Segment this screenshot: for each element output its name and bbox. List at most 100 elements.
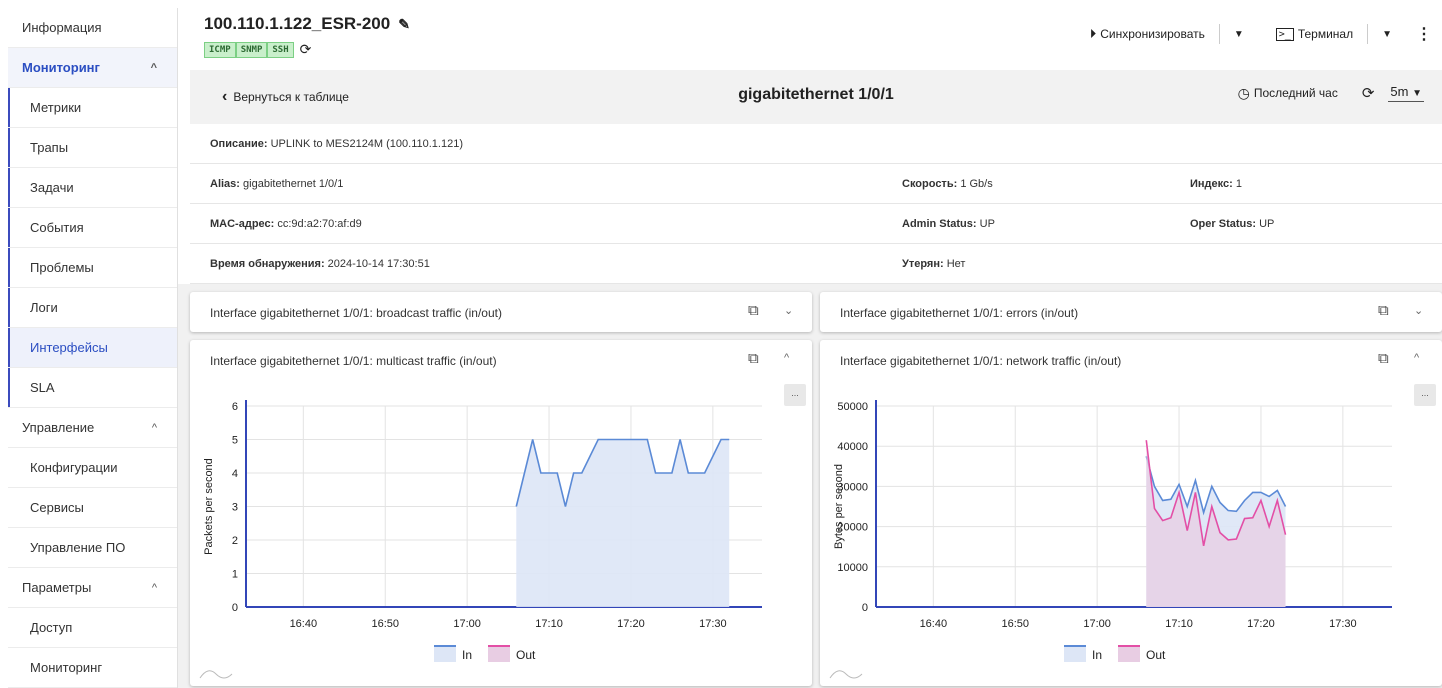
oper-status-cell: Oper Status: UP	[1190, 218, 1275, 230]
sidebar-item[interactable]: Задачи	[8, 168, 177, 208]
sidebar-item-label: Параметры	[22, 580, 92, 595]
sidebar-item-label: Управление ПО	[30, 540, 126, 555]
y-tick-label: 0	[232, 602, 238, 614]
refresh-icon[interactable]: ⟳	[1362, 84, 1375, 102]
sidebar-item-label: Метрики	[30, 100, 82, 115]
info-row: Время обнаружения: 2024-10-14 17:30:51 У…	[190, 244, 1442, 284]
sidebar-item-label: Управление	[22, 420, 95, 435]
legend-label: In	[1092, 648, 1102, 662]
info-row: Alias: gigabitethernet 1/0/1 Скорость: 1…	[190, 164, 1442, 204]
x-tick-label: 17:00	[453, 618, 481, 630]
sidebar-item[interactable]: Управление ПО	[8, 528, 177, 568]
sidebar-item[interactable]: Трапы	[8, 128, 177, 168]
chevron-left-icon: ‹	[222, 88, 228, 105]
x-tick-label: 17:20	[617, 618, 645, 630]
sync-button[interactable]: ⏵ Синхронизировать	[1090, 26, 1205, 42]
chart-type-icon	[199, 670, 233, 679]
sidebar-section[interactable]: Параметры ^	[8, 568, 177, 608]
multicast-panel: Interface gigabitethernet 1/0/1: multica…	[190, 340, 812, 686]
sidebar-item[interactable]: Мониторинг	[8, 648, 177, 688]
x-tick-label: 16:40	[920, 618, 948, 630]
device-header: 100.110.1.122_ESR-200 ✎ ICMP SNMP SSH ⟳ …	[190, 8, 1442, 62]
legend-label: Out	[1146, 648, 1166, 662]
legend-swatch-out	[488, 646, 510, 662]
more-vert-icon[interactable]: ⋮	[1416, 24, 1432, 44]
sidebar-item[interactable]: Проблемы	[8, 248, 177, 288]
lost-cell: Утерян: Нет	[902, 258, 966, 270]
sidebar: Информация Мониторинг ^ Метрики Трапы Задачи С…	[8, 8, 178, 688]
chart-type-icon	[829, 670, 863, 679]
x-tick-label: 17:10	[535, 618, 563, 630]
x-tick-label: 16:50	[1001, 618, 1029, 630]
protocol-badges: ICMP SNMP SSH ⟳	[204, 41, 311, 58]
index-cell: Индекс: 1	[1190, 178, 1242, 190]
admin-status-cell: Admin Status: UP	[902, 218, 995, 230]
divider	[1367, 24, 1369, 44]
terminal-dropdown-icon[interactable]: ▼	[1382, 29, 1392, 40]
speed-cell: Скорость: 1 Gb/s	[902, 178, 993, 190]
y-tick-label: 0	[862, 602, 868, 614]
sidebar-item[interactable]: Сервисы	[8, 488, 177, 528]
play-circle-icon: ⏵	[1089, 26, 1097, 41]
info-row: MAC-адрес: cc:9d:a2:70:af:d9 Admin Statu…	[190, 204, 1442, 244]
x-tick-label: 16:50	[371, 618, 399, 630]
back-to-table-button[interactable]: ‹ Вернуться к таблице	[222, 88, 349, 106]
sidebar-section[interactable]: Мониторинг ^	[8, 48, 177, 88]
refresh-badges-icon[interactable]: ⟳	[300, 41, 312, 58]
back-label: Вернуться к таблице	[233, 90, 349, 104]
interface-subheader: ‹ Вернуться к таблице gigabitethernet 1/…	[190, 70, 1442, 124]
terminal-icon: >_	[1275, 27, 1294, 41]
legend-swatch-in	[434, 646, 456, 662]
sidebar-section[interactable]: Управление ^	[8, 408, 177, 448]
sidebar-item-label: Доступ	[30, 620, 73, 635]
open-external-icon[interactable]: ⧉	[1378, 302, 1389, 319]
sidebar-item[interactable]: События	[8, 208, 177, 248]
refresh-interval-value: 5m	[1390, 84, 1409, 99]
sidebar-item[interactable]: SLA	[8, 368, 177, 408]
time-range-button[interactable]: ◷ Последний час	[1238, 85, 1338, 102]
badge-ssh: SSH	[267, 41, 294, 58]
y-tick-label: 10000	[837, 562, 868, 574]
alias-cell: Alias: gigabitethernet 1/0/1	[210, 178, 344, 190]
errors-panel: Interface gigabitethernet 1/0/1: errors …	[820, 292, 1442, 332]
sidebar-item-label: Проблемы	[30, 260, 94, 275]
chevron-down-icon: ▼	[1412, 88, 1422, 99]
terminal-button[interactable]: >_ Терминал	[1275, 27, 1353, 41]
open-external-icon[interactable]: ⧉	[748, 302, 759, 319]
header-actions: ⏵ Синхронизировать ▼ >_ Терминал ▼ ⋮	[1090, 24, 1432, 44]
sidebar-item-label: Мониторинг	[30, 660, 103, 675]
series-area-out	[1146, 440, 1286, 607]
discovery-time-cell: Время обнаружения: 2024-10-14 17:30:51	[210, 258, 430, 270]
y-axis-label: Packets per second	[203, 458, 215, 555]
clock-icon: ◷	[1237, 84, 1250, 101]
device-name: 100.110.1.122_ESR-200	[204, 14, 391, 33]
y-tick-label: 4	[232, 468, 238, 480]
sidebar-item-label: Конфигурации	[30, 460, 118, 475]
y-tick-label: 2	[232, 535, 238, 547]
sidebar-item[interactable]: Логи	[8, 288, 177, 328]
sidebar-item[interactable]: Конфигурации	[8, 448, 177, 488]
edit-icon[interactable]: ✎	[398, 16, 410, 33]
description-cell: Описание: UPLINK to MES2124M (100.110.1.…	[210, 138, 463, 150]
refresh-interval-select[interactable]: 5m ▼	[1388, 84, 1424, 102]
sidebar-item-label: Задачи	[30, 180, 74, 195]
sync-dropdown-icon[interactable]: ▼	[1234, 29, 1244, 40]
sidebar-item-info[interactable]: Информация	[8, 8, 177, 48]
sidebar-item-label: Интерфейсы	[30, 340, 108, 355]
sidebar-item[interactable]: Метрики	[8, 88, 177, 128]
sidebar-item[interactable]: Доступ	[8, 608, 177, 648]
broadcast-panel: Interface gigabitethernet 1/0/1: broadca…	[190, 292, 812, 332]
sidebar-item[interactable]: Интерфейсы	[8, 328, 177, 368]
legend-swatch-out	[1118, 646, 1140, 662]
panel-title: Interface gigabitethernet 1/0/1: broadca…	[210, 306, 502, 320]
x-tick-label: 17:20	[1247, 618, 1275, 630]
x-tick-label: 17:30	[699, 618, 727, 630]
sidebar-item-label: События	[30, 220, 84, 235]
divider	[1218, 24, 1220, 44]
legend-swatch-in	[1064, 646, 1086, 662]
y-tick-label: 50000	[837, 401, 868, 413]
chevron-up-icon: ^	[151, 421, 157, 434]
chevron-down-icon[interactable]: ⌄	[784, 304, 793, 317]
info-row: Описание: UPLINK to MES2124M (100.110.1.…	[190, 124, 1442, 164]
chevron-down-icon[interactable]: ⌄	[1414, 304, 1423, 317]
